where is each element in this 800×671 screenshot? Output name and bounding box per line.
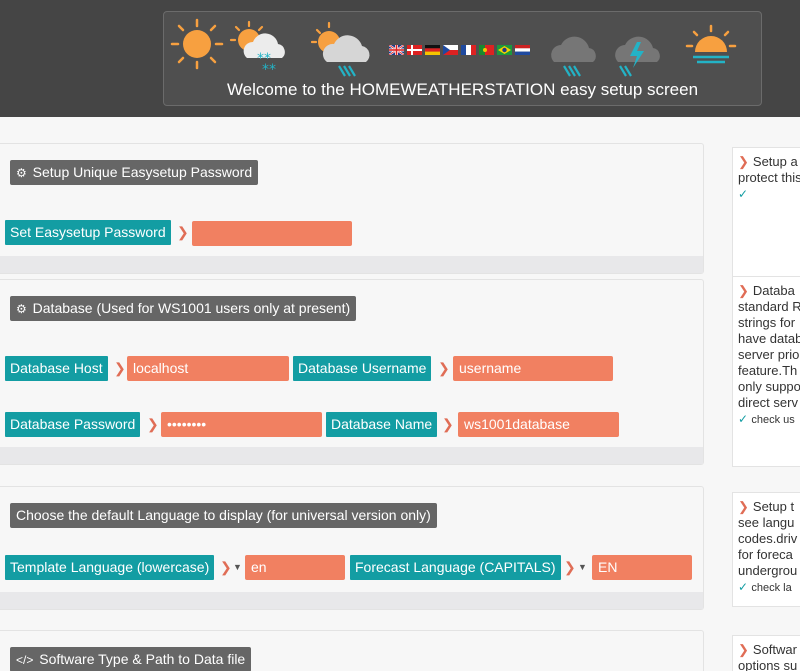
flag-pt-icon[interactable] (479, 45, 494, 55)
gear-icon: ⚙ (16, 166, 27, 180)
chevron-right-icon: ❯ (220, 559, 232, 575)
database-name-input[interactable]: ws1001database (458, 412, 619, 437)
database-host-input[interactable]: localhost (127, 356, 289, 381)
section-title-text: Choose the default Language to display (… (16, 507, 431, 523)
template-language-label: Template Language (lowercase) (5, 555, 215, 580)
easysetup-password-input[interactable] (192, 221, 352, 246)
header-bar: ** ** Welcome to the HOMEWEATHERSTATION … (0, 0, 800, 117)
main-content: ⚙ Setup Unique Easysetup Password Set Ea… (0, 117, 800, 671)
caret-down-icon[interactable]: ▼ (578, 555, 587, 580)
section-title-text: Setup Unique Easysetup Password (32, 164, 253, 180)
check-icon: ✓ (738, 187, 749, 201)
template-language-input[interactable]: en (245, 555, 345, 580)
language-flags (389, 45, 530, 55)
chevron-right-icon: ❯ (738, 642, 749, 657)
check-icon: ✓ (738, 580, 752, 594)
help-box-software: ❯ Softwar options su (732, 635, 800, 671)
database-host-label: Database Host (5, 356, 108, 381)
section-title-password: ⚙ Setup Unique Easysetup Password (10, 160, 259, 185)
chevron-right-icon: ❯ (114, 360, 126, 376)
database-username-input[interactable]: username (453, 356, 613, 381)
forecast-language-input[interactable]: EN (592, 555, 692, 580)
forecast-language-label: Forecast Language (CAPITALS) (350, 555, 561, 580)
chevron-right-icon: ❯ (564, 559, 576, 575)
panel-footer (0, 447, 703, 464)
panel-footer (0, 592, 703, 609)
caret-down-icon[interactable]: ▼ (233, 555, 242, 580)
chevron-right-icon: ❯ (438, 360, 450, 376)
flag-fr-icon[interactable] (461, 45, 476, 55)
sunrise-icon (685, 24, 737, 64)
thunder-cloud-icon (615, 36, 660, 77)
banner: ** ** Welcome to the HOMEWEATHERSTATION … (163, 11, 762, 106)
help-box-language: ❯ Setup t see langu codes.driv for foreca… (732, 492, 800, 607)
chevron-right-icon: ❯ (177, 224, 189, 240)
rain-cloud-icon (311, 21, 370, 77)
database-password-label: Database Password (5, 412, 141, 437)
help-box-database: ❯ Databa standard R strings for have data… (732, 277, 800, 467)
easysetup-password-label: Set Easysetup Password (5, 220, 171, 245)
check-icon: ✓ (738, 412, 752, 426)
flag-dk-icon[interactable] (407, 45, 422, 55)
chevron-right-icon: ❯ (147, 416, 159, 432)
flag-br-icon[interactable] (497, 45, 512, 55)
flag-cz-icon[interactable] (443, 45, 458, 55)
section-title-language: Choose the default Language to display (… (10, 503, 437, 528)
chevron-right-icon: ❯ (738, 283, 749, 298)
code-icon: </> (16, 653, 34, 667)
help-box-password: ❯ Setup a protect this ✓ (732, 147, 800, 277)
sun-icon (170, 18, 224, 70)
password-panel: ⚙ Setup Unique Easysetup Password Set Ea… (0, 143, 704, 274)
storm-cloud-icon (551, 36, 596, 77)
svg-text:**: ** (262, 62, 276, 76)
section-title-software: </> Software Type & Path to Data file (10, 647, 252, 671)
software-panel: </> Software Type & Path to Data file (0, 630, 704, 671)
database-name-label: Database Name (326, 412, 438, 437)
language-panel: Choose the default Language to display (… (0, 486, 704, 610)
gear-icon: ⚙ (16, 302, 27, 316)
section-title-text: Database (Used for WS1001 users only at … (32, 300, 351, 316)
section-title-text: Software Type & Path to Data file (39, 651, 246, 667)
page-title: Welcome to the HOMEWEATHERSTATION easy s… (226, 80, 699, 99)
flag-uk-icon[interactable] (389, 45, 404, 55)
flag-nl-icon[interactable] (515, 45, 530, 55)
panel-footer (0, 256, 703, 273)
chevron-right-icon: ❯ (738, 499, 749, 514)
database-password-input[interactable]: •••••••• (161, 412, 322, 437)
chevron-right-icon: ❯ (738, 154, 749, 169)
section-title-database: ⚙ Database (Used for WS1001 users only a… (10, 296, 357, 321)
chevron-right-icon: ❯ (442, 416, 454, 432)
flag-de-icon[interactable] (425, 45, 440, 55)
database-panel: ⚙ Database (Used for WS1001 users only a… (0, 279, 704, 465)
database-username-label: Database Username (293, 356, 432, 381)
snow-cloud-icon: ** ** (229, 20, 285, 76)
